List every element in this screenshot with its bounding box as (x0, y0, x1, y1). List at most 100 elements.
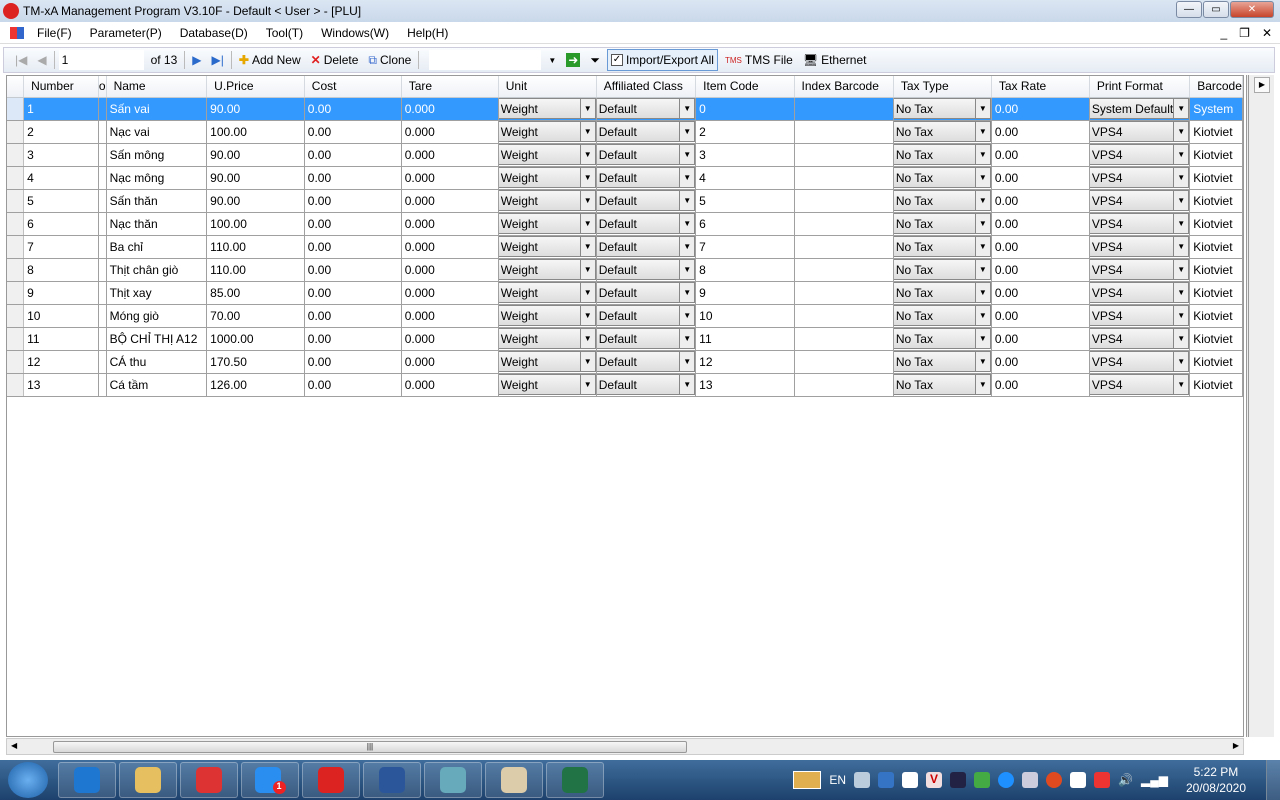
cell-affiliated-class[interactable]: Default ▼ (596, 235, 697, 259)
dropdown[interactable]: No Tax ▼ (893, 190, 991, 211)
cell-u-price[interactable]: 170.50 (206, 350, 305, 374)
cell-u-price[interactable]: 90.00 (206, 143, 305, 167)
dropdown[interactable]: VPS4 ▼ (1089, 213, 1189, 234)
move-previous-icon[interactable]: ◀ (34, 53, 49, 67)
dropdown[interactable]: VPS4 ▼ (1089, 351, 1189, 372)
cell-tax-rate[interactable]: 0.00 (991, 350, 1090, 374)
cell-name[interactable]: Nạc mông (106, 166, 208, 190)
chevron-down-icon[interactable]: ▼ (1173, 375, 1189, 394)
chevron-down-icon[interactable]: ▼ (679, 214, 695, 233)
cell-item-code[interactable]: 9 (695, 281, 795, 305)
table-row[interactable]: 6 Nạc thăn 100.00 0.00 0.000 Weight ▼ Default ▼ 6… (7, 212, 1243, 236)
taskbar-tm-xa-button[interactable] (302, 762, 360, 798)
chevron-down-icon[interactable]: ▼ (1173, 168, 1189, 187)
cell-barcode[interactable]: Kiotviet (1189, 258, 1243, 282)
cell-u-price[interactable]: 90.00 (206, 189, 305, 213)
cell-item-code[interactable]: 5 (695, 189, 795, 213)
cell-affiliated-class[interactable]: Default ▼ (596, 281, 697, 305)
cell-tare[interactable]: 0.000 (401, 120, 499, 144)
column-header-unit[interactable]: Unit (498, 76, 597, 98)
cell-tare[interactable]: 0.000 (401, 327, 499, 351)
tms-file-button[interactable]: TMS TMS File (722, 53, 796, 67)
cell-index-barcode[interactable] (794, 212, 894, 236)
column-header-name[interactable]: Name (106, 76, 208, 98)
cell-tare[interactable]: 0.000 (401, 143, 499, 167)
cell-index-barcode[interactable] (794, 350, 894, 374)
cell-tax-rate[interactable]: 0.00 (991, 281, 1090, 305)
teamviewer-icon[interactable] (998, 772, 1015, 788)
close-button[interactable]: ✕ (1230, 1, 1274, 18)
column-header-tax-type[interactable]: Tax Type (893, 76, 992, 98)
cell-cost[interactable]: 0.00 (304, 350, 402, 374)
volume-icon[interactable]: 🔊 (1118, 773, 1133, 787)
cell-index-barcode[interactable] (794, 120, 894, 144)
chevron-down-icon[interactable]: ▼ (679, 191, 695, 210)
cell-name[interactable]: Móng giò (106, 304, 208, 328)
dropdown[interactable]: Default ▼ (596, 121, 695, 142)
dropdown[interactable]: VPS4 ▼ (1089, 121, 1189, 142)
cell-print-format[interactable]: VPS4 ▼ (1089, 258, 1191, 282)
cell-cost[interactable]: 0.00 (304, 166, 402, 190)
chevron-down-icon[interactable]: ▼ (579, 214, 595, 233)
dropdown[interactable]: Default ▼ (596, 374, 695, 395)
cell-print-format[interactable]: VPS4 ▼ (1089, 235, 1191, 259)
cell-print-format[interactable]: VPS4 ▼ (1089, 189, 1191, 213)
cell-index-barcode[interactable] (794, 304, 894, 328)
chevron-down-icon[interactable]: ▼ (579, 191, 595, 210)
cell-print-format[interactable]: VPS4 ▼ (1089, 281, 1191, 305)
cell-number[interactable]: 9 (23, 281, 99, 305)
chevron-down-icon[interactable]: ▼ (974, 145, 990, 164)
remote-icon[interactable] (950, 772, 967, 788)
cell-item-code[interactable]: 2 (695, 120, 795, 144)
dropdown[interactable]: No Tax ▼ (893, 98, 991, 119)
dropdown[interactable]: VPS4 ▼ (1089, 305, 1189, 326)
dropdown[interactable]: Default ▼ (596, 144, 695, 165)
cell-tax-rate[interactable]: 0.00 (991, 143, 1090, 167)
cell-print-format[interactable]: VPS4 ▼ (1089, 212, 1191, 236)
action-center-flag-icon[interactable] (1094, 772, 1111, 788)
chevron-down-icon[interactable]: ▼ (1173, 122, 1189, 141)
cell-tax-type[interactable]: No Tax ▼ (893, 97, 992, 121)
cell-item-code[interactable]: 10 (695, 304, 795, 328)
cell-name[interactable]: Sấn vai (106, 97, 208, 121)
cell-barcode[interactable]: Kiotviet (1189, 304, 1243, 328)
cell-affiliated-class[interactable]: Default ▼ (596, 258, 697, 282)
cell-cost[interactable]: 0.00 (304, 189, 402, 213)
clone-button[interactable]: ⧉ Clone (365, 53, 414, 68)
cell-u-price[interactable]: 100.00 (206, 120, 305, 144)
column-header-print-format[interactable]: Print Format (1089, 76, 1191, 98)
cell-affiliated-class[interactable]: Default ▼ (596, 212, 697, 236)
table-row[interactable]: 10 Móng giò 70.00 0.00 0.000 Weight ▼ Default ▼ 1… (7, 304, 1243, 328)
taskbar-photos-button[interactable] (424, 762, 482, 798)
cell-cost[interactable]: 0.00 (304, 373, 402, 397)
table-row[interactable]: 8 Thịt chân giò 110.00 0.00 0.000 Weight ▼ Defa… (7, 258, 1243, 282)
minimize-button[interactable]: — (1176, 1, 1202, 18)
horizontal-scroll-thumb[interactable]: ||| (53, 741, 687, 753)
filter-combo[interactable] (429, 50, 542, 70)
zalo-tray-icon[interactable] (854, 772, 871, 788)
menu-windows[interactable]: Windows(W) (312, 26, 398, 40)
cell-tax-rate[interactable]: 0.00 (991, 373, 1090, 397)
cell-tax-type[interactable]: No Tax ▼ (893, 235, 992, 259)
scroll-left-icon[interactable]: ◀ (11, 741, 17, 750)
cell-unit[interactable]: Weight ▼ (498, 304, 597, 328)
dropdown[interactable]: VPS4 ▼ (1089, 167, 1189, 188)
cell-affiliated-class[interactable]: Default ▼ (596, 97, 697, 121)
dropdown[interactable]: Default ▼ (596, 328, 695, 349)
chevron-down-icon[interactable]: ▼ (579, 145, 595, 164)
taskbar-paint-button[interactable] (485, 762, 543, 798)
cell-name[interactable]: Sấn mông (106, 143, 208, 167)
cell-tax-type[interactable]: No Tax ▼ (893, 212, 992, 236)
dropdown[interactable]: VPS4 ▼ (1089, 236, 1189, 257)
cell-barcode[interactable]: Kiotviet (1189, 166, 1243, 190)
table-row[interactable]: 12 CÁ thu 170.50 0.00 0.000 Weight ▼ Default ▼ 12… (7, 350, 1243, 374)
cell-item-code[interactable]: 8 (695, 258, 795, 282)
chevron-down-icon[interactable]: ▼ (1173, 237, 1189, 256)
dropdown[interactable]: Weight ▼ (498, 282, 596, 303)
usb-icon[interactable] (974, 772, 991, 788)
cell-item-code[interactable]: 3 (695, 143, 795, 167)
cell-number[interactable]: 2 (23, 120, 99, 144)
dropdown[interactable]: Weight ▼ (498, 236, 596, 257)
cell-index-barcode[interactable] (794, 143, 894, 167)
dropdown[interactable]: Default ▼ (596, 167, 695, 188)
